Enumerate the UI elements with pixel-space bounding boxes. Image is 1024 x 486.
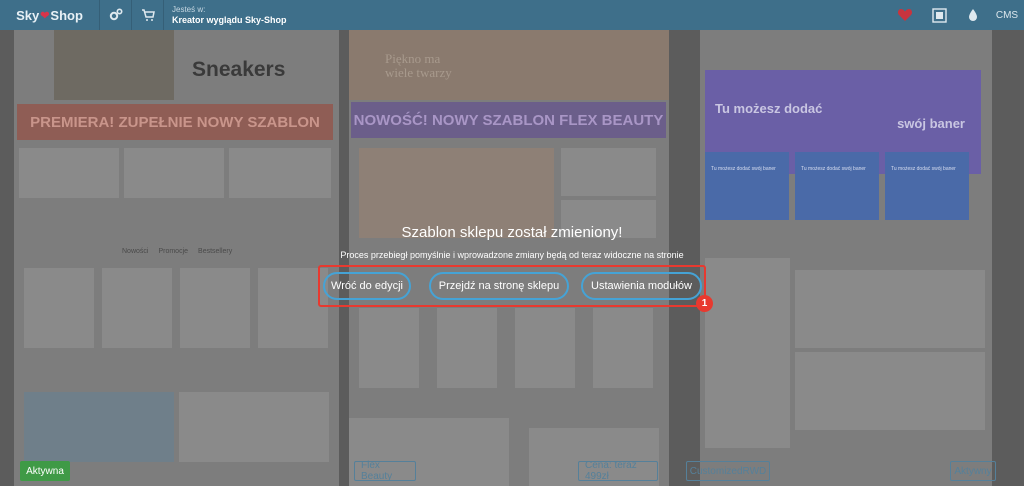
mini-banner-text: Tu możesz dodać swój baner: [711, 166, 776, 172]
theme-name-customized[interactable]: CustomizedRWD: [686, 461, 770, 481]
modal-title: Szablon sklepu został zmieniony!: [401, 224, 623, 241]
cart-button[interactable]: [132, 0, 164, 30]
settings-button[interactable]: [100, 0, 132, 30]
theme-color-button[interactable]: [956, 0, 990, 30]
drop-icon: [969, 9, 977, 21]
mini-banner: Tu możesz dodać swój baner: [705, 152, 789, 220]
product-card: [359, 308, 419, 388]
promo-text-right: swój baner: [897, 116, 965, 131]
editor-location: Jesteś w: Kreator wyglądu Sky-Shop: [172, 4, 287, 26]
product-of-day: [705, 258, 790, 448]
category-tile: [19, 148, 119, 198]
promo-banner: NOWOŚĆ! NOWY SZABLON FLEX BEAUTY: [351, 102, 666, 138]
product-card: [593, 308, 653, 388]
mini-banner-text: Tu możesz dodać swój baner: [891, 166, 956, 172]
logo-left: Sky: [16, 7, 40, 23]
qr-icon: [931, 7, 947, 23]
promo-tile: [24, 392, 174, 462]
top-bar: Sky ❤ Shop Jesteś w: Kreator wyglądu Sky…: [0, 0, 1024, 30]
sneaker-image: [54, 30, 174, 100]
skyshop-logo[interactable]: Sky ❤ Shop: [0, 0, 100, 30]
category-tile: [229, 148, 331, 198]
theme-name-flex-beauty[interactable]: Flex Beauty: [354, 460, 416, 482]
status-active-theme-1[interactable]: Aktywna: [20, 461, 70, 481]
hero-title: Piękno ma wiele twarzy: [385, 51, 452, 80]
status-active-theme-3[interactable]: Aktywny: [950, 461, 996, 481]
heart-icon: [897, 9, 913, 21]
back-to-edit-button[interactable]: Wróć do edycji: [323, 272, 411, 300]
hero-image: Piękno ma wiele twarzy: [349, 30, 669, 100]
product-card: [102, 268, 172, 348]
go-to-shop-button[interactable]: Przejdź na stronę sklepu: [429, 272, 569, 300]
category-tile: [124, 148, 224, 198]
cms-link[interactable]: CMS: [990, 10, 1024, 21]
heart-icon: ❤: [40, 9, 50, 22]
step-marker: 1: [696, 295, 713, 312]
product-grid: [795, 270, 985, 348]
mini-banner: Tu możesz dodać swój baner: [795, 152, 879, 220]
gears-icon: [109, 8, 123, 21]
modal-actions-highlight: Wróć do edycji Przejdź na stronę sklepu …: [318, 265, 706, 307]
qr-button[interactable]: [922, 0, 956, 30]
promo-tile: [179, 392, 329, 462]
product-card: [180, 268, 250, 348]
hero-title: Sneakers: [192, 58, 286, 81]
mini-banner-text: Tu możesz dodać swój baner: [801, 166, 866, 172]
promo-banner: PREMIERA! ZUPEŁNIE NOWY SZABLON: [17, 104, 333, 140]
price-label: Cena: teraz 499zł: [578, 460, 658, 482]
favorites-button[interactable]: [888, 0, 922, 30]
location-label: Jesteś w:: [172, 5, 206, 14]
module-settings-button[interactable]: Ustawienia modułów: [581, 272, 702, 300]
product-card: [24, 268, 94, 348]
logo-right: Shop: [50, 7, 83, 23]
category-tile: [561, 148, 656, 196]
location-title: Kreator wyglądu Sky-Shop: [172, 15, 287, 25]
modal-subtitle: Proces przebiegł pomyślnie i wprowadzone…: [340, 250, 684, 260]
product-card: [437, 308, 497, 388]
product-grid: [795, 352, 985, 430]
cart-icon: [141, 9, 155, 21]
mini-banner: Tu możesz dodać swój baner: [885, 152, 969, 220]
product-card: [515, 308, 575, 388]
top-bar-right: CMS: [888, 0, 1024, 30]
promo-text-left: Tu możesz dodać: [715, 101, 823, 116]
